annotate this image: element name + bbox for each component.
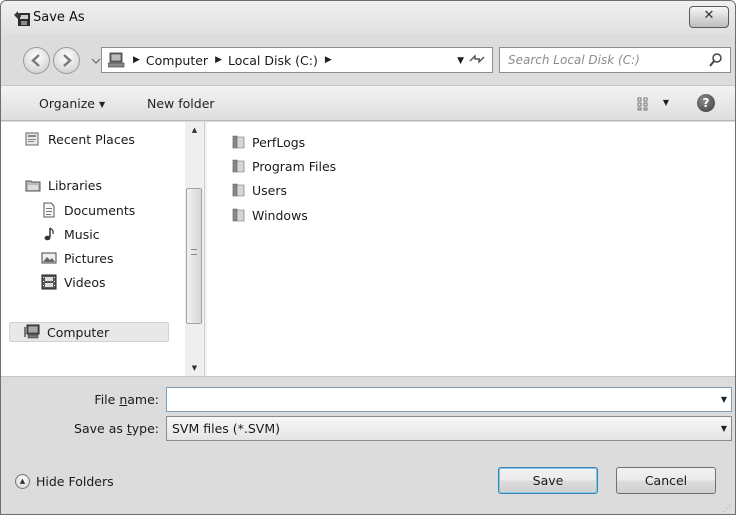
save-as-type-label: Save as type: [74,421,159,436]
chevron-down-icon: ▼ [720,424,727,433]
folder-icon [232,183,245,197]
sidebar-item-videos[interactable]: Videos [41,272,106,292]
search-box[interactable] [499,47,731,73]
sidebar-item-libraries[interactable]: Libraries [25,175,102,195]
sidebar-item-recent-places[interactable]: Recent Places [25,129,135,149]
forward-button[interactable] [53,47,80,74]
pictures-icon [41,252,57,264]
breadcrumb-local-disk[interactable]: Local Disk (C:) [228,53,318,68]
sidebar-item-music[interactable]: Music [41,224,100,244]
navigation-pane-scrollbar[interactable]: ▲ ▼ [185,122,204,376]
new-folder-button[interactable]: New folder [147,96,215,111]
scrollbar-thumb[interactable] [186,188,202,324]
back-arrow-icon [31,54,40,67]
file-name-label: File name: [94,392,159,407]
sidebar-item-documents[interactable]: Documents [41,200,135,220]
list-item[interactable]: Windows [231,205,308,225]
videos-icon [41,274,57,290]
folder-icon [232,159,245,173]
help-icon[interactable]: ? [697,94,715,112]
hide-folders-label: Hide Folders [36,474,114,489]
file-list: PerfLogs Program Files Users Windows [207,122,735,376]
sidebar-item-label: Pictures [64,250,114,266]
address-dropdown-icon[interactable]: ▼ [457,56,464,66]
scroll-down-icon[interactable]: ▼ [185,360,204,376]
address-bar[interactable]: ▶ Computer ▶ Local Disk (C:) ▶ ▼ [101,47,493,73]
sidebar-item-label: Libraries [48,177,102,193]
cancel-button[interactable]: Cancel [616,467,716,494]
breadcrumb: ▶ Computer ▶ Local Disk (C:) ▶ [126,53,338,68]
recent-pages-dropdown[interactable] [91,55,101,65]
breadcrumb-separator-icon[interactable]: ▶ [325,55,332,65]
documents-icon [43,202,55,218]
file-name-input[interactable] [171,391,701,408]
close-icon: ✕ [703,8,715,23]
breadcrumb-separator-icon[interactable]: ▶ [133,55,140,65]
search-input[interactable] [506,51,702,69]
save-as-type-value: SVM files (*.SVM) [172,421,281,436]
chevron-down-icon [91,58,101,64]
file-name: Users [252,182,288,198]
scroll-up-icon[interactable]: ▲ [185,122,204,138]
views-dropdown-icon[interactable]: ▼ [663,98,669,107]
forward-arrow-icon [63,54,72,67]
title-bar[interactable]: Save As ✕ [1,1,735,35]
list-item[interactable]: PerfLogs [231,132,305,152]
scroll-grip-icon [191,249,197,255]
folder-icon [232,135,245,149]
recent-places-icon [25,132,39,146]
sidebar-item-label: Videos [64,274,106,290]
search-icon[interactable] [708,52,724,68]
libraries-icon [25,180,41,192]
navigation-pane: Recent Places Libraries Documents Music … [1,122,204,376]
sidebar-item-label: Recent Places [48,131,135,147]
folder-icon [232,208,245,222]
music-icon [44,227,54,241]
save-as-dialog: Save As ✕ ▶ Computer ▶ Local Disk (C:) ▶… [0,0,736,515]
chevron-up-icon: ▲ [15,474,30,489]
file-name: Windows [252,207,308,223]
computer-icon [108,52,125,68]
file-name: PerfLogs [252,134,306,150]
hide-folders-toggle[interactable]: ▲ Hide Folders [15,474,114,489]
navigation-bar: ▶ Computer ▶ Local Disk (C:) ▶ ▼ [1,37,735,83]
breadcrumb-computer[interactable]: Computer [146,53,208,68]
back-button[interactable] [23,47,50,74]
breadcrumb-separator-icon[interactable]: ▶ [215,55,222,65]
file-name-field[interactable]: ▼ [166,387,732,412]
save-form: File name: ▼ Save as type: SVM files (*.… [1,376,735,514]
sidebar-item-label: Computer [47,324,110,340]
save-as-type-select[interactable]: SVM files (*.SVM) ▼ [166,416,732,441]
command-bar: Organize ▼ New folder ▼ ? [1,85,735,121]
sidebar-item-label: Documents [64,202,136,218]
sidebar-item-label: Music [64,226,100,242]
change-view-icon[interactable] [637,97,653,111]
file-name: Program Files [252,158,337,174]
organize-label: Organize [39,96,95,111]
sidebar-item-computer[interactable]: Computer [9,322,169,342]
list-item[interactable]: Program Files [231,156,336,176]
sidebar-item-pictures[interactable]: Pictures [41,248,114,268]
computer-icon [24,324,40,339]
chevron-down-icon: ▼ [99,100,106,109]
close-button[interactable]: ✕ [689,6,729,28]
list-item[interactable]: Users [231,180,287,200]
save-button[interactable]: Save [498,467,598,494]
window-title: Save As [33,10,85,25]
refresh-icon[interactable] [468,52,488,68]
organize-menu[interactable]: Organize ▼ [39,96,105,111]
chevron-down-icon[interactable]: ▼ [721,395,727,404]
resize-grip-icon[interactable]: ⋰ [723,504,733,514]
save-as-app-icon [13,7,31,27]
